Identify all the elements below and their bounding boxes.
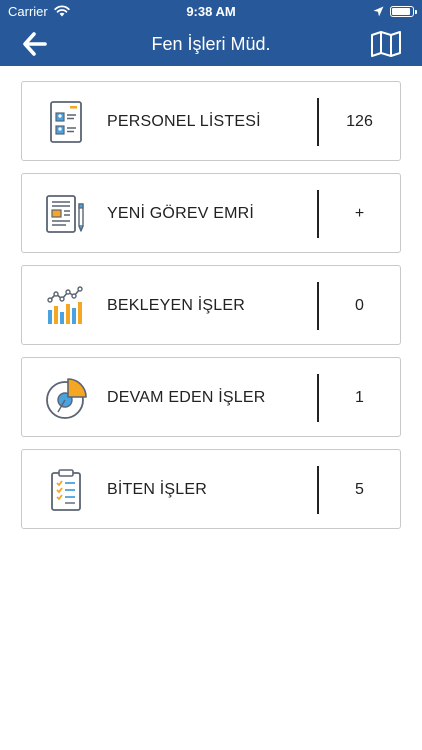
menu-item-label: DEVAM EDEN İŞLER — [107, 389, 266, 406]
menu-item-label: BİTEN İŞLER — [107, 481, 208, 498]
carrier-label: Carrier — [8, 3, 48, 19]
menu-item-count: 5 — [355, 481, 364, 498]
menu-item-count: 126 — [346, 113, 373, 130]
menu-item-personnel-list[interactable]: PERSONEL LİSTESİ 126 — [21, 81, 401, 161]
navigation-bar: Fen İşleri Müd. — [0, 22, 422, 66]
menu-item-finished-jobs[interactable]: BİTEN İŞLER 5 — [21, 449, 401, 529]
battery-icon — [390, 5, 417, 17]
status-left: Carrier — [8, 4, 70, 19]
menu-item-label: YENİ GÖREV EMRİ — [107, 205, 255, 222]
bar-chart-icon — [47, 286, 83, 324]
location-arrow-icon — [373, 6, 384, 16]
menu-item-count: 0 — [355, 297, 364, 314]
pie-chart-icon — [46, 378, 87, 419]
menu-item-count: 1 — [355, 389, 364, 406]
status-bar: Carrier 9:38 AM — [0, 0, 422, 22]
menu-item-pending-jobs[interactable]: BEKLEYEN İŞLER 0 — [21, 265, 401, 345]
back-arrow-icon[interactable] — [22, 31, 48, 57]
menu-item-label: PERSONEL LİSTESİ — [107, 113, 261, 130]
wifi-icon — [54, 5, 70, 17]
add-task-button[interactable]: + — [319, 174, 400, 254]
page-title: Fen İşleri Müd. — [151, 33, 271, 54]
map-icon[interactable] — [370, 30, 402, 58]
menu-item-new-task[interactable]: YENİ GÖREV EMRİ + — [21, 173, 401, 253]
status-right — [373, 5, 417, 17]
personnel-list-icon — [50, 101, 82, 143]
new-task-document-icon — [46, 195, 84, 233]
menu-item-label: BEKLEYEN İŞLER — [107, 297, 245, 314]
menu-list: PERSONEL LİSTESİ 126 YENİ GÖREV EMRİ + B… — [21, 81, 401, 541]
clipboard-checklist-icon — [51, 469, 81, 511]
menu-item-in-progress-jobs[interactable]: DEVAM EDEN İŞLER 1 — [21, 357, 401, 437]
